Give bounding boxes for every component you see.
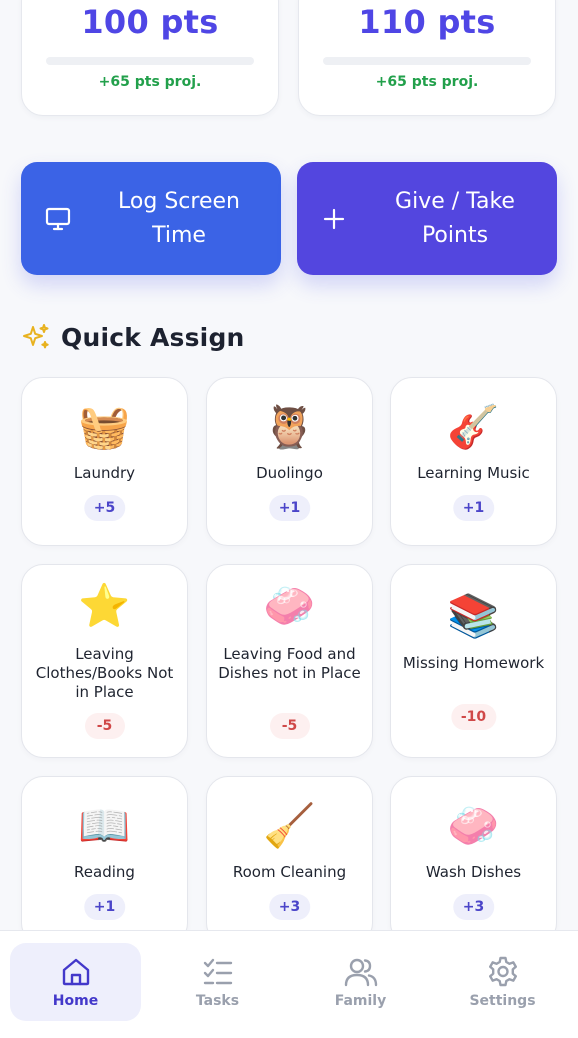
plus-icon xyxy=(319,204,349,234)
log-screen-time-button[interactable]: Log Screen Time xyxy=(21,162,281,275)
guitar-icon: 🎸 xyxy=(447,402,500,451)
task-points-badge: -10 xyxy=(450,704,497,730)
star-icon: ⭐ xyxy=(78,581,131,630)
task-card-laundry[interactable]: 🧺 Laundry +5 xyxy=(21,377,188,546)
nav-home[interactable]: Home xyxy=(10,943,141,1021)
app-screen: 100 pts +65 pts proj. 110 pts +65 pts pr… xyxy=(0,0,578,1038)
task-card-wash-dishes[interactable]: 🧼 Wash Dishes +3 xyxy=(390,776,557,945)
bottom-navigation: Home Tasks Family Settings xyxy=(0,930,578,1038)
score-points: 110 pts xyxy=(358,3,496,41)
task-name: Wash Dishes xyxy=(425,863,522,881)
task-card-reading[interactable]: 📖 Reading +1 xyxy=(21,776,188,945)
checklist-icon xyxy=(203,958,232,985)
nav-label: Family xyxy=(334,993,387,1009)
task-points-badge: -5 xyxy=(269,713,310,739)
nav-family[interactable]: Family xyxy=(295,943,426,1021)
score-progress-track xyxy=(46,57,254,65)
task-name: Leaving Clothes/Books Not in Place xyxy=(35,645,174,701)
task-card-missing-homework[interactable]: 📚 Missing Homework -10 xyxy=(390,564,557,758)
sparkle-icon xyxy=(23,324,49,349)
task-points-badge: +3 xyxy=(452,894,495,920)
users-icon xyxy=(344,958,377,987)
task-points-badge: +1 xyxy=(83,894,126,920)
task-name: Leaving Food and Dishes not in Place xyxy=(218,645,361,682)
nav-tasks[interactable]: Tasks xyxy=(152,943,283,1021)
nav-label: Home xyxy=(52,993,99,1009)
gear-icon xyxy=(488,956,517,987)
task-points-badge: +5 xyxy=(83,495,126,521)
log-screen-time-label: Log Screen Time xyxy=(118,188,240,248)
open-book-icon: 📖 xyxy=(78,801,131,850)
task-points-badge: +1 xyxy=(268,495,311,521)
task-points-badge: +1 xyxy=(452,495,495,521)
task-card-duolingo[interactable]: 🦉 Duolingo +1 xyxy=(206,377,373,546)
owl-icon: 🦉 xyxy=(263,402,316,451)
task-points-badge: -5 xyxy=(84,713,125,739)
task-name: Learning Music xyxy=(417,464,530,482)
nav-label: Tasks xyxy=(195,993,240,1009)
score-card-right[interactable]: 110 pts +65 pts proj. xyxy=(298,0,556,116)
task-name: Room Cleaning xyxy=(232,863,347,881)
task-card-leaving-food[interactable]: 🧼 Leaving Food and Dishes not in Place -… xyxy=(206,564,373,758)
task-name: Missing Homework xyxy=(402,654,545,672)
home-icon xyxy=(62,958,89,986)
score-card-left[interactable]: 100 pts +65 pts proj. xyxy=(21,0,279,116)
books-icon: 📚 xyxy=(447,591,500,640)
monitor-icon xyxy=(43,204,73,234)
task-card-room-cleaning[interactable]: 🧹 Room Cleaning +3 xyxy=(206,776,373,945)
task-name: Duolingo xyxy=(256,464,323,482)
task-card-learning-music[interactable]: 🎸 Learning Music +1 xyxy=(390,377,557,546)
score-points: 100 pts xyxy=(81,3,219,41)
laundry-basket-icon: 🧺 xyxy=(78,402,131,451)
soap-icon: 🧼 xyxy=(447,801,500,850)
score-projection: +65 pts proj. xyxy=(375,74,479,90)
give-take-points-label: Give / Take Points xyxy=(395,188,515,248)
task-name: Laundry xyxy=(73,464,136,482)
task-card-leaving-clothes[interactable]: ⭐ Leaving Clothes/Books Not in Place -5 xyxy=(21,564,188,758)
task-points-badge: +3 xyxy=(268,894,311,920)
nav-label: Settings xyxy=(469,993,536,1009)
score-progress-track xyxy=(323,57,531,65)
nav-settings[interactable]: Settings xyxy=(437,943,568,1021)
section-title: Quick Assign xyxy=(61,322,245,352)
score-projection: +65 pts proj. xyxy=(98,74,202,90)
soap-icon: 🧼 xyxy=(263,581,316,630)
give-take-points-button[interactable]: Give / Take Points xyxy=(297,162,557,275)
task-name: Reading xyxy=(74,863,135,881)
broom-icon: 🧹 xyxy=(263,801,316,850)
quick-assign-heading: Quick Assign xyxy=(21,322,245,352)
